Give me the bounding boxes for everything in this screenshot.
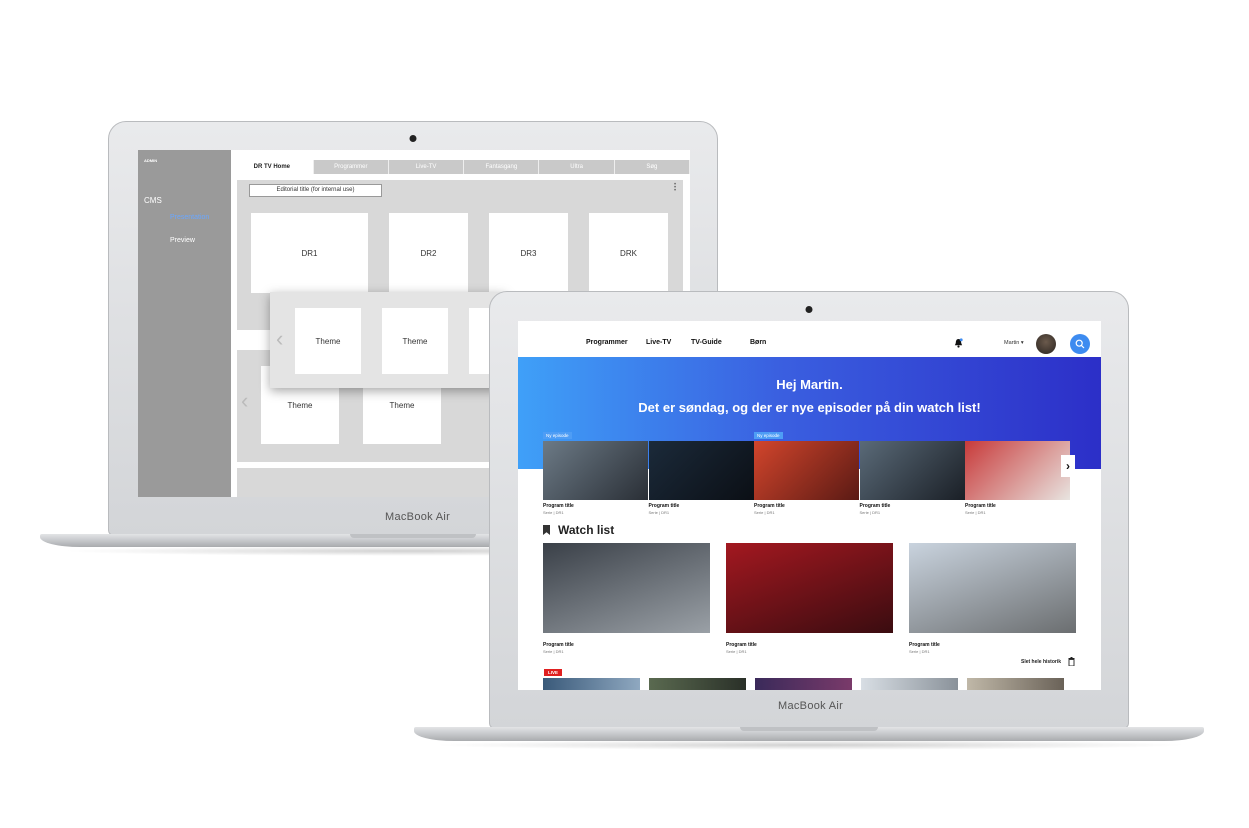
- episode-card[interactable]: Ny episode Program title Serie | DR1: [543, 432, 648, 515]
- channel-card-dr3[interactable]: DR3: [489, 213, 568, 293]
- front-laptop-brand: MacBook Air: [778, 700, 844, 712]
- episode-title: Program title: [859, 503, 891, 509]
- theme-card[interactable]: Theme: [382, 308, 448, 374]
- program-thumb[interactable]: [543, 678, 640, 690]
- cms-tab-live-tv[interactable]: Live-TV: [388, 160, 465, 174]
- watchlist-thumbnail: [543, 543, 710, 633]
- chevron-left-icon[interactable]: ‹: [241, 388, 248, 414]
- search-icon: [1075, 339, 1085, 349]
- chevron-left-icon[interactable]: ‹: [276, 326, 283, 352]
- episode-title: Program title: [754, 503, 785, 509]
- program-thumb[interactable]: [755, 678, 852, 690]
- program-thumb[interactable]: [861, 678, 958, 690]
- chevron-down-icon: ▾: [1020, 340, 1024, 346]
- cms-tab-programmer[interactable]: Programmer: [313, 160, 389, 174]
- watchlist-title: Watch list: [558, 523, 615, 537]
- user-name: Martin: [1004, 340, 1020, 346]
- front-laptop-camera: [805, 306, 813, 313]
- cms-logo: ADMIN: [144, 158, 158, 163]
- hero-subline: Det er søndag, og der er nye episoder på…: [638, 400, 981, 415]
- cms-tab-home[interactable]: DR TV Home: [231, 160, 314, 174]
- cms-sidebar: ADMIN CMS Presentation Preview: [138, 150, 231, 497]
- cms-section-title: CMS: [144, 196, 162, 205]
- new-episode-badge: Ny episode: [754, 432, 783, 439]
- watchlist-item-title: Program title: [543, 642, 574, 648]
- program-thumb[interactable]: [967, 678, 1064, 690]
- hero-greeting: Hej Martin.: [776, 377, 843, 392]
- kebab-icon[interactable]: • • •: [674, 182, 677, 194]
- nav-live-tv[interactable]: Live-TV: [646, 339, 671, 346]
- front-laptop-lid: Programmer Live-TV TV-Guide Børn Martin …: [489, 291, 1129, 729]
- user-menu[interactable]: Martin ▾: [1004, 340, 1024, 346]
- episode-subtitle: Serie | DR1: [965, 510, 986, 515]
- new-episode-badge: Ny episode: [543, 432, 572, 439]
- episode-title: Program title: [543, 503, 574, 509]
- front-laptop-screen: Programmer Live-TV TV-Guide Børn Martin …: [518, 321, 1101, 690]
- episode-thumbnail: [859, 441, 965, 500]
- bookmark-icon: [543, 525, 550, 535]
- watchlist-card[interactable]: Program title Serie | DR1: [543, 543, 710, 654]
- cms-theme-popup: ‹ Theme Theme: [270, 292, 506, 388]
- drtv-app: Programmer Live-TV TV-Guide Børn Martin …: [518, 321, 1101, 690]
- program-thumb[interactable]: [649, 678, 746, 690]
- episode-subtitle: Serie | DR1: [754, 510, 775, 515]
- avatar[interactable]: [1036, 334, 1056, 354]
- watchlist-thumbnail: [909, 543, 1076, 633]
- back-laptop-brand: MacBook Air: [385, 511, 451, 523]
- watchlist-item-subtitle: Serie | DR1: [726, 649, 747, 654]
- channel-card-dr2[interactable]: DR2: [389, 213, 468, 293]
- channel-card-dr1[interactable]: DR1: [251, 213, 368, 293]
- episode-card[interactable]: Program title Serie | DR1: [965, 441, 1070, 515]
- nav-tv-guide[interactable]: TV-Guide: [691, 339, 722, 346]
- watchlist-item-subtitle: Serie | DR1: [909, 649, 930, 654]
- drtv-navbar: Programmer Live-TV TV-Guide Børn Martin …: [518, 321, 1101, 357]
- watchlist-card[interactable]: Program title Serie | DR1: [726, 543, 893, 654]
- episode-title: Program title: [648, 503, 680, 509]
- episode-thumbnail: [543, 441, 648, 500]
- theme-card[interactable]: Theme: [295, 308, 361, 374]
- cms-tab-ultra[interactable]: Ultra: [539, 160, 615, 174]
- cms-nav-preview[interactable]: Preview: [170, 237, 195, 244]
- cms-nav-presentation[interactable]: Presentation: [170, 214, 209, 221]
- nav-programmer[interactable]: Programmer: [586, 339, 628, 346]
- watchlist-card[interactable]: Program title Serie | DR1: [909, 543, 1076, 654]
- front-laptop-notch: [740, 727, 878, 731]
- episode-card[interactable]: Program title Serie | DR1: [648, 441, 754, 515]
- back-laptop-camera: [409, 135, 417, 142]
- clear-history-link[interactable]: Slet hele historik: [1021, 659, 1061, 665]
- live-badge: LIVE: [544, 669, 563, 676]
- editorial-title-input[interactable]: Editorial title (for internal use): [249, 184, 382, 197]
- episode-thumbnail: [648, 441, 754, 500]
- watchlist-thumbnail: [726, 543, 893, 633]
- episode-thumbnail: [965, 441, 1070, 500]
- channel-card-drk[interactable]: DRK: [589, 213, 668, 293]
- search-button[interactable]: [1070, 334, 1090, 354]
- nav-born[interactable]: Børn: [750, 339, 766, 346]
- trash-icon[interactable]: [1068, 657, 1075, 666]
- bell-icon[interactable]: [954, 338, 963, 348]
- front-laptop-shadow: [430, 740, 1190, 750]
- episode-card[interactable]: Ny episode Program title Serie | DR1: [754, 432, 859, 515]
- episode-title: Program title: [965, 503, 996, 509]
- cms-tab-sog[interactable]: Søg: [614, 160, 690, 174]
- stage: ADMIN CMS Presentation Preview DR TV Hom…: [0, 0, 1249, 828]
- episode-thumbnail: [754, 441, 859, 500]
- episode-card[interactable]: Program title Serie | DR1: [859, 441, 965, 515]
- cms-tab-fantasgang[interactable]: Fantasgang: [464, 160, 540, 174]
- chevron-right-icon[interactable]: ›: [1061, 455, 1075, 477]
- watchlist-item-subtitle: Serie | DR1: [543, 649, 564, 654]
- episode-subtitle: Serie | DR1: [648, 510, 670, 515]
- episode-subtitle: Serie | DR1: [859, 510, 881, 515]
- watchlist-item-title: Program title: [909, 642, 940, 648]
- watchlist-item-title: Program title: [726, 642, 757, 648]
- episode-subtitle: Serie | DR1: [543, 510, 564, 515]
- back-laptop-notch: [350, 534, 476, 538]
- cms-tabs: DR TV Home Programmer Live-TV Fantasgang…: [231, 160, 690, 174]
